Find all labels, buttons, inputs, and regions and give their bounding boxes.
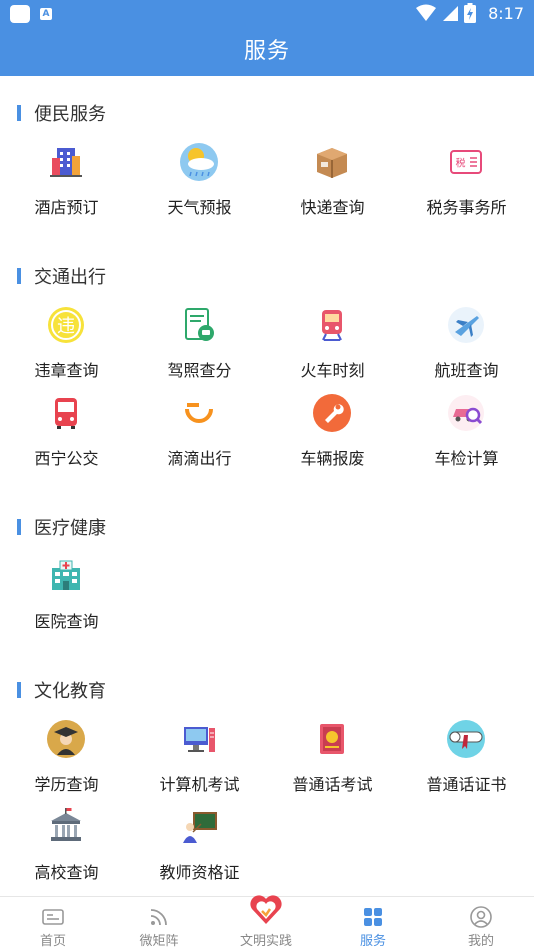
tile-label: 快递查询 — [300, 198, 365, 217]
tile-violation[interactable]: 违 违章查询 — [0, 305, 133, 385]
hotel-icon — [50, 148, 82, 177]
tile-label: 车辆报废 — [300, 449, 365, 468]
plane-icon — [448, 307, 484, 343]
bus-icon — [55, 398, 77, 429]
section-header: 交通出行 — [17, 265, 106, 288]
train-icon — [322, 310, 342, 341]
section-title: 医疗健康 — [34, 518, 106, 539]
tile-label: 高校查询 — [34, 863, 99, 882]
tab-label: 我的 — [467, 934, 494, 949]
tile-label: 违章查询 — [34, 361, 99, 380]
section-header: 医疗健康 — [17, 516, 106, 539]
tile-didi[interactable]: 滴滴出行 — [133, 393, 266, 473]
tile-mandarin-cert[interactable]: 普通话证书 — [400, 719, 533, 799]
license-icon — [185, 308, 214, 341]
bottom-tab-bar: 首页 微矩阵 文明实践 服务 我的 — [0, 895, 534, 951]
tab-label: 微矩阵 — [139, 934, 179, 949]
page-title: 服务 — [243, 39, 290, 64]
computer-icon — [184, 727, 215, 752]
tile-mandarin-exam[interactable]: 普通话考试 — [266, 719, 399, 799]
user-icon — [470, 906, 492, 928]
tile-degree[interactable]: 学历查询 — [0, 719, 133, 799]
tile-university[interactable]: 高校查询 — [0, 807, 133, 887]
tile-label: 学历查询 — [34, 775, 99, 794]
tile-label: 滴滴出行 — [167, 449, 232, 468]
graduate-icon — [47, 720, 85, 758]
section-marker — [17, 519, 21, 535]
tile-car-inspect[interactable]: 车检计算 — [400, 393, 533, 473]
tile-computer-exam[interactable]: 计算机考试 — [133, 719, 266, 799]
section-header: 文化教育 — [17, 679, 106, 702]
tab-mine[interactable]: 我的 — [428, 897, 534, 951]
status-bar: A 8:17 — [0, 0, 534, 28]
wrench-icon — [313, 394, 351, 432]
book-icon — [320, 724, 344, 754]
rss-icon — [150, 909, 167, 926]
tile-label: 酒店预订 — [34, 198, 99, 217]
tile-label: 天气预报 — [167, 198, 232, 217]
teacher-icon — [183, 812, 217, 843]
certificate-icon — [447, 720, 485, 758]
tile-label: 驾照查分 — [167, 361, 232, 380]
tile-tax[interactable]: 税 税务事务所 — [400, 142, 533, 222]
home-icon — [42, 909, 64, 925]
tab-civilization[interactable]: 文明实践 — [213, 895, 319, 951]
tile-license[interactable]: 驾照查分 — [133, 305, 266, 385]
section-title: 交通出行 — [34, 267, 106, 288]
tile-express[interactable]: 快递查询 — [266, 142, 399, 222]
tab-services[interactable]: 服务 — [320, 897, 426, 951]
tile-hospital[interactable]: 医院查询 — [0, 556, 133, 636]
tile-label: 西宁公交 — [34, 449, 99, 468]
tile-flight[interactable]: 航班查询 — [400, 305, 533, 385]
tile-label: 火车时刻 — [300, 361, 365, 380]
tile-label: 航班查询 — [434, 361, 499, 380]
tile-train[interactable]: 火车时刻 — [266, 305, 399, 385]
section-marker — [17, 682, 21, 698]
tile-hotel[interactable]: 酒店预订 — [0, 142, 133, 222]
tab-home[interactable]: 首页 — [0, 897, 106, 951]
clock: 8:17 — [488, 3, 524, 23]
violation-icon-text: 违 — [57, 316, 75, 337]
tax-icon: 税 — [450, 150, 482, 174]
university-icon — [51, 808, 81, 841]
section-marker — [17, 105, 21, 121]
tax-icon-text: 税 — [456, 157, 466, 170]
tile-label: 计算机考试 — [159, 775, 240, 794]
hospital-icon — [52, 560, 80, 590]
tile-label: 车检计算 — [434, 449, 499, 468]
heart-hand-icon — [250, 895, 282, 924]
grid-icon — [364, 908, 382, 926]
section-marker — [17, 268, 21, 284]
tab-label: 首页 — [39, 934, 66, 949]
title-bar: 服务 — [0, 28, 534, 76]
tile-label: 医院查询 — [34, 612, 99, 631]
wifi-icon — [416, 4, 437, 21]
weather-icon — [180, 143, 218, 181]
tile-bus[interactable]: 西宁公交 — [0, 393, 133, 473]
tile-teacher-cert[interactable]: 教师资格证 — [133, 807, 266, 887]
tab-label: 文明实践 — [239, 934, 292, 949]
services-content: 便民服务 酒店预订 天气预报 快递查询 税 税务事务所 交通出行 违 违章查询 … — [0, 76, 534, 896]
tile-label: 税务事务所 — [426, 198, 507, 217]
notification-app-icon — [10, 5, 30, 23]
tile-label: 教师资格证 — [159, 863, 240, 882]
tile-label: 普通话证书 — [426, 775, 507, 794]
tab-matrix[interactable]: 微矩阵 — [106, 897, 212, 951]
package-icon — [317, 148, 347, 178]
tile-weather[interactable]: 天气预报 — [133, 142, 266, 222]
didi-icon — [185, 403, 213, 423]
tile-label: 普通话考试 — [292, 775, 373, 794]
violation-icon: 违 — [48, 307, 84, 343]
section-header: 便民服务 — [17, 102, 106, 125]
battery-icon — [464, 3, 477, 23]
notification-a-icon: A — [40, 8, 52, 20]
car-inspect-icon — [448, 395, 484, 431]
signal-icon — [443, 6, 459, 21]
section-title: 文化教育 — [34, 681, 106, 702]
section-title: 便民服务 — [34, 104, 106, 125]
tile-scrap[interactable]: 车辆报废 — [266, 393, 399, 473]
tab-label: 服务 — [359, 934, 386, 949]
